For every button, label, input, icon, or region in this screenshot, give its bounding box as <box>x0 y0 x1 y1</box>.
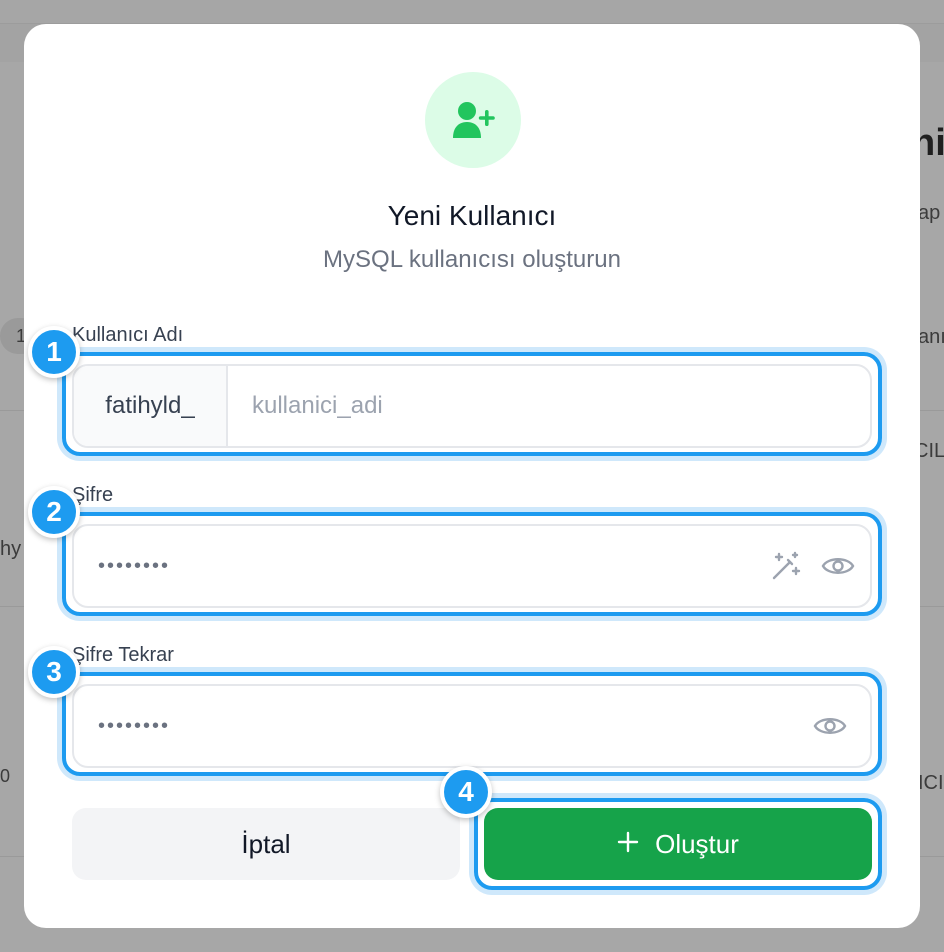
annotation-badge-3: 3 <box>28 646 80 698</box>
eye-icon[interactable] <box>818 546 858 586</box>
username-label: Kullanıcı Adı <box>72 324 184 346</box>
create-button-label: Oluştur <box>655 828 739 859</box>
background-pill-2: 0 <box>0 766 11 786</box>
background-text: ICI <box>918 772 944 794</box>
password-field[interactable]: •••••••• <box>72 524 872 608</box>
modal-title: Yeni Kullanıcı <box>387 200 557 231</box>
create-button[interactable]: Oluştur <box>484 808 872 880</box>
annotation-badge-4: 4 <box>440 766 492 818</box>
password-input[interactable]: •••••••• <box>74 555 766 578</box>
password-confirm-input[interactable]: •••••••• <box>74 715 810 738</box>
annotation-badge-2: 2 <box>28 486 80 538</box>
modal-subtitle: MySQL kullanıcısı oluşturun <box>323 246 621 273</box>
new-user-modal: Yeni Kullanıcı MySQL kullanıcısı oluştur… <box>24 24 920 928</box>
background-topbar <box>0 0 944 24</box>
background-text: ap <box>918 202 941 224</box>
annotation-badge-1: 1 <box>28 326 80 378</box>
password-confirm-label: Şifre Tekrar <box>72 644 174 666</box>
eye-icon[interactable] <box>810 706 850 746</box>
magic-wand-icon[interactable] <box>766 546 806 586</box>
username-field[interactable]: fatihyld_ kullanici_adi <box>72 364 872 448</box>
user-plus-icon <box>425 72 521 168</box>
password-confirm-field[interactable]: •••••••• <box>72 684 872 768</box>
plus-icon <box>617 829 639 860</box>
username-prefix: fatihyld_ <box>74 366 228 446</box>
cancel-button[interactable]: İptal <box>72 808 460 880</box>
background-text: anı <box>918 326 944 348</box>
username-input[interactable]: kullanici_adi <box>228 392 870 420</box>
background-text: hy <box>0 538 22 560</box>
